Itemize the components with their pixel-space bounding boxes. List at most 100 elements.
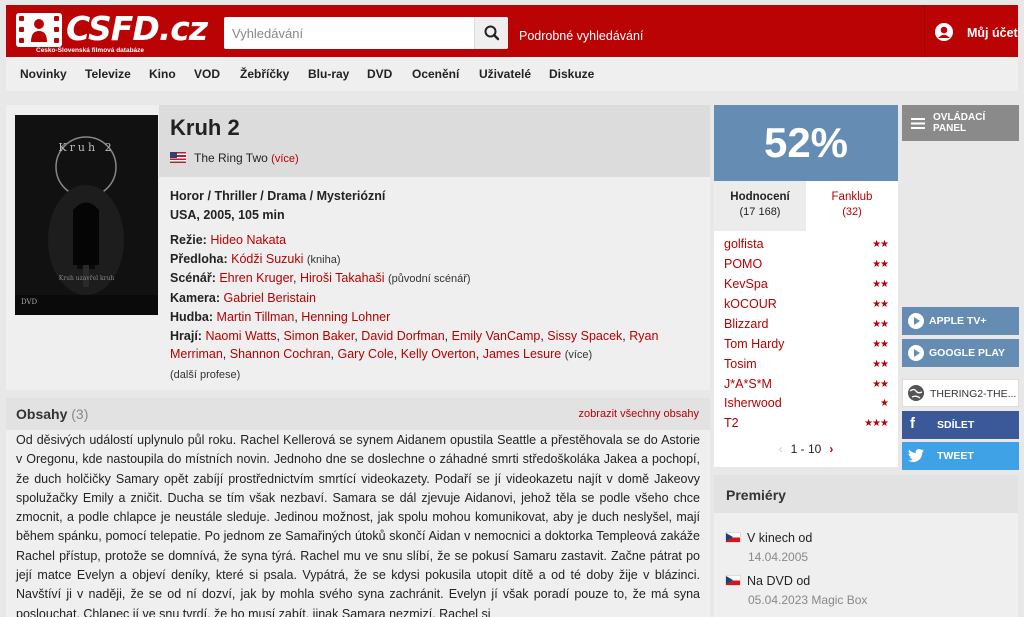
user-rating-row[interactable]: Tosim ★★ [724, 357, 889, 377]
nav-item-kino[interactable]: Kino [149, 67, 176, 81]
apple-tv-button[interactable]: APPLE TV+ [902, 307, 1019, 335]
flag-cz-icon [725, 575, 741, 586]
source-note: (kniha) [306, 253, 341, 266]
pager-prev-button[interactable]: ‹ [779, 442, 783, 456]
google-play-label: GOOGLE PLAY [929, 347, 1006, 359]
top-bar: CSFD.cz Česko-Slovenská filmová databáze… [6, 5, 1018, 57]
nav-item-uzivatele[interactable]: Uživatelé [479, 67, 531, 81]
film-origin: USA, 2005, 105 min [170, 208, 285, 222]
cast-link[interactable]: David Dorfman [361, 329, 444, 343]
user-rating-row[interactable]: POMO ★★ [724, 257, 889, 277]
film-poster[interactable]: Kruh 2 Kruh uzavřel kruh DVD [15, 115, 158, 315]
tab-fanclub[interactable]: Fanklub (32) [806, 181, 898, 231]
website-button[interactable]: THERING2-THE... [902, 379, 1019, 407]
script-link[interactable]: Ehren Kruger [219, 271, 293, 285]
original-titles-more-link[interactable]: (více) [271, 153, 299, 165]
account-button[interactable]: Můj účet [924, 5, 1024, 57]
plots-section: Obsahy (3) zobrazit všechny obsahy Od dě… [6, 398, 710, 617]
director-link[interactable]: Hideo Nakata [210, 233, 286, 247]
user-rating-row[interactable]: Blizzard ★★ [724, 317, 889, 337]
poster-dvd-label: DVD [21, 298, 38, 306]
site-logo[interactable]: CSFD.cz Česko-Slovenská filmová databáze [16, 9, 208, 55]
user-rating-row[interactable]: Tom Hardy ★★ [724, 337, 889, 357]
cast-link[interactable]: Simon Baker [283, 329, 354, 343]
nav-item-novinky[interactable]: Novinky [20, 67, 67, 81]
user-rating-row[interactable]: T2 ★★★ [724, 416, 889, 436]
nav-item-televize[interactable]: Televize [85, 67, 131, 81]
source-link[interactable]: Kódži Suzuki [231, 252, 303, 266]
user-rating-row[interactable]: Isherwood ★ [724, 396, 889, 416]
user-rating-row[interactable]: KevSpa ★★ [724, 277, 889, 297]
creator-row-cast: Hrají: Naomi Watts, Simon Baker, David D… [170, 328, 659, 362]
menu-lines-icon [911, 118, 925, 129]
nav-item-bluray[interactable]: Blu-ray [308, 67, 349, 81]
search-input[interactable] [224, 17, 474, 49]
nav-item-oceneni[interactable]: Ocenění [412, 67, 459, 81]
user-name[interactable]: KevSpa [724, 277, 768, 291]
script-link[interactable]: Hiroši Takahaši [300, 271, 385, 285]
premiere-label: V kinech od [747, 531, 813, 545]
search-button[interactable] [474, 17, 508, 49]
cast-link[interactable]: Emily VanCamp [452, 329, 541, 343]
search-icon [484, 25, 500, 41]
user-name[interactable]: J*A*S*M [724, 377, 772, 391]
user-name[interactable]: Tosim [724, 357, 757, 371]
advanced-search-link[interactable]: Podrobné vyhledávání [519, 29, 643, 43]
cast-link[interactable]: Shannon Cochran [230, 347, 331, 361]
nav-item-zebricky[interactable]: Žebříčky [240, 67, 289, 81]
more-professions-link[interactable]: (další profese) [170, 369, 240, 381]
nav-item-diskuze[interactable]: Diskuze [549, 67, 594, 81]
user-rating-row[interactable]: J*A*S*M ★★ [724, 377, 889, 397]
facebook-icon: f [910, 415, 915, 432]
user-name[interactable]: kOCOUR [724, 297, 777, 311]
pager-range: 1 - 10 [790, 442, 822, 456]
control-panel-button[interactable]: OVLÁDACÍ PANEL [902, 105, 1019, 141]
creator-row-director: Režie: Hideo Nakata [170, 231, 700, 250]
premiere-date: 05.04.2023 Magic Box [748, 593, 868, 607]
premiere-date: 14.04.2005 [748, 550, 809, 564]
plots-count: (3) [71, 406, 89, 422]
cast-link[interactable]: James Lesure [483, 347, 562, 361]
play-icon [908, 313, 924, 329]
camera-link[interactable]: Gabriel Beristain [224, 291, 316, 305]
star-icon: ★ [880, 398, 889, 409]
cast-link[interactable]: Gary Cole [337, 347, 393, 361]
cast-link[interactable]: Kelly Overton [401, 347, 476, 361]
music-link[interactable]: Henning Lohner [301, 310, 390, 324]
nav-item-vod[interactable]: VOD [194, 67, 220, 81]
film-genres: Horor / Thriller / Drama / Mysteriózní [170, 189, 386, 203]
show-all-plots-link[interactable]: zobrazit všechny obsahy [579, 408, 699, 420]
cast-more-link[interactable]: (více) [565, 349, 593, 361]
creator-row-camera: Kamera: Gabriel Beristain [170, 289, 700, 308]
premiere-item: V kinech od 14.04.2005 [725, 531, 1005, 564]
globe-icon [908, 385, 924, 401]
user-name[interactable]: Blizzard [724, 317, 768, 331]
facebook-share-button[interactable]: f SDÍLET [902, 411, 1019, 439]
twitter-share-button[interactable]: TWEET [902, 442, 1019, 470]
tab-ratings[interactable]: Hodnocení (17 168) [714, 181, 806, 231]
google-play-button[interactable]: GOOGLE PLAY [902, 339, 1019, 367]
tweet-label: TWEET [937, 450, 974, 462]
logo-film-reel-icon [16, 13, 62, 47]
rating-box: 52% Hodnocení (17 168) Fanklub (32) golf… [714, 105, 898, 467]
plots-title: Obsahy (3) [16, 406, 88, 422]
plot-text: Od děsivých událostí uplynulo půl roku. … [16, 433, 700, 617]
music-link[interactable]: Martin Tillman [217, 310, 295, 324]
pager-next-button[interactable]: › [829, 442, 833, 456]
script-note: (původní scénář) [387, 273, 471, 286]
film-panel: Kruh 2 Kruh uzavřel kruh DVD Kruh 2 The … [6, 105, 710, 390]
user-name[interactable]: Isherwood [724, 396, 782, 410]
user-name[interactable]: POMO [724, 257, 762, 271]
user-name[interactable]: golfista [724, 237, 764, 251]
user-name[interactable]: Tom Hardy [724, 337, 784, 351]
page: CSFD.cz Česko-Slovenská filmová databáze… [0, 0, 1024, 617]
user-rating-row[interactable]: kOCOUR ★★ [724, 297, 889, 317]
user-rating-row[interactable]: golfista ★★ [724, 237, 889, 257]
cast-link[interactable]: Naomi Watts [205, 329, 276, 343]
title-band: Kruh 2 The Ring Two (více) [159, 105, 710, 177]
cast-label: Hrají: [170, 328, 202, 343]
nav-item-dvd[interactable]: DVD [367, 67, 392, 81]
user-name[interactable]: T2 [724, 416, 739, 430]
cast-link[interactable]: Sissy Spacek [547, 329, 622, 343]
website-label: THERING2-THE... [930, 388, 1017, 400]
